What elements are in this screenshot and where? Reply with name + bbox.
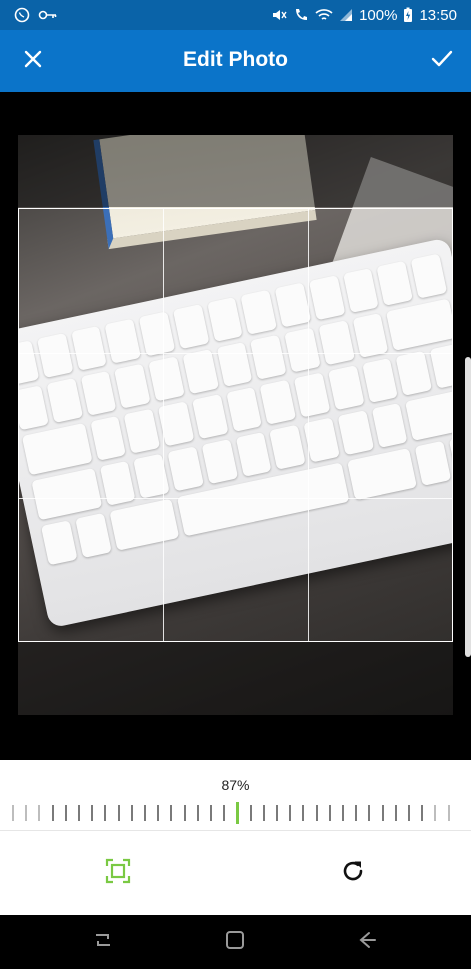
zoom-ruler-tick [289, 805, 292, 821]
zoom-ruler-active-tick [236, 802, 240, 824]
edit-controls: 87% [0, 760, 471, 915]
status-bar: 100% 13:50 [0, 0, 471, 30]
crop-icon [105, 858, 131, 889]
zoom-ruler-tick [51, 805, 54, 821]
zoom-ruler-tick [342, 805, 344, 821]
zoom-ruler-tick [170, 805, 173, 821]
clock: 13:50 [419, 6, 457, 24]
zoom-ruler-tick [196, 805, 199, 821]
zoom-ruler-tick [381, 805, 384, 821]
app-bar: Edit Photo [0, 30, 471, 92]
zoom-ruler-tick [223, 805, 226, 821]
home-icon [224, 929, 246, 956]
battery-charging-icon [403, 7, 413, 23]
zoom-ruler-tick [408, 805, 410, 821]
zoom-ruler-tick [78, 805, 80, 821]
zoom-ruler-tick [262, 805, 265, 821]
zoom-ruler-tick [104, 805, 107, 821]
zoom-ruler-tick [183, 805, 186, 821]
zoom-ruler-tick [117, 805, 120, 821]
battery-percent: 100% [359, 6, 398, 24]
zoom-ruler-tick [368, 805, 371, 821]
page-title: Edit Photo [183, 48, 288, 71]
zoom-ruler-tick [25, 805, 28, 821]
divider [0, 830, 471, 831]
zoom-ruler-tick [144, 805, 146, 821]
rotate-icon [340, 858, 366, 889]
zoom-ruler-tick [38, 805, 41, 821]
wifi-call-icon [293, 7, 309, 23]
recent-apps-icon [92, 929, 114, 956]
home-button[interactable] [222, 929, 248, 955]
zoom-ruler-tick [249, 805, 252, 821]
crop-frame[interactable] [18, 208, 453, 642]
system-nav-bar [0, 915, 471, 969]
whatsapp-icon [14, 7, 30, 23]
zoom-ruler-tick [394, 805, 397, 821]
back-icon [356, 929, 378, 956]
rotate-button[interactable] [339, 859, 367, 887]
wifi-icon [315, 8, 333, 22]
zoom-ruler-tick [64, 805, 67, 821]
crop-button[interactable] [104, 858, 132, 889]
side-scroll-handle[interactable] [465, 357, 471, 657]
key-icon [38, 8, 58, 22]
crop-grid-line [19, 498, 452, 499]
zoom-ruler-tick [447, 805, 450, 821]
zoom-ruler-tick [421, 805, 424, 821]
zoom-ruler-slider[interactable] [0, 802, 471, 826]
crop-grid-line [163, 209, 164, 641]
zoom-ruler-tick [434, 805, 437, 821]
zoom-ruler-tick [328, 805, 331, 821]
confirm-button[interactable] [427, 46, 457, 76]
zoom-ruler-tick [302, 805, 305, 821]
zoom-ruler-tick [315, 805, 318, 821]
check-icon [430, 49, 454, 74]
zoom-ruler-tick [157, 805, 160, 821]
zoom-percent: 87% [221, 777, 250, 793]
back-button[interactable] [354, 929, 380, 955]
zoom-ruler-tick [355, 805, 358, 821]
mute-icon [271, 7, 287, 23]
crop-grid-line [308, 209, 309, 641]
zoom-ruler-tick [210, 805, 212, 821]
photo-canvas [0, 92, 471, 760]
zoom-ruler-tick [12, 805, 14, 821]
signal-icon [339, 8, 353, 22]
zoom-ruler-tick [276, 805, 278, 821]
recent-apps-button[interactable] [90, 929, 116, 955]
zoom-ruler-tick [91, 805, 94, 821]
crop-grid-line [19, 353, 452, 354]
zoom-ruler-tick [130, 805, 133, 821]
